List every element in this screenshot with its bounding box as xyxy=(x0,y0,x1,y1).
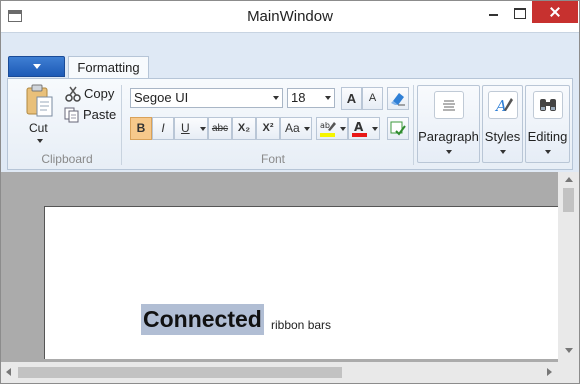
chevron-down-icon xyxy=(499,150,506,154)
selected-text[interactable]: Connected xyxy=(141,304,264,335)
document-viewport[interactable]: Connected ribbon bars xyxy=(1,172,579,383)
scroll-up-icon[interactable] xyxy=(565,177,573,182)
superscript-button[interactable]: X² xyxy=(256,117,280,140)
svg-text:ab: ab xyxy=(320,121,330,130)
highlighter-icon: ab xyxy=(320,121,336,137)
document-text[interactable]: ribbon bars xyxy=(271,318,331,332)
chevron-down-icon xyxy=(200,127,206,131)
document-page[interactable]: Connected ribbon bars xyxy=(44,206,558,359)
clipboard-group-label: Clipboard xyxy=(41,152,93,166)
italic-label: I xyxy=(161,121,165,135)
change-case-label: Aa xyxy=(285,121,300,135)
maximize-button[interactable] xyxy=(506,1,532,23)
paragraph-lines-icon xyxy=(433,91,464,119)
strikethrough-button[interactable]: abc xyxy=(208,117,232,140)
font-size-combobox[interactable]: 18 xyxy=(287,88,335,108)
paste-button[interactable]: Paste xyxy=(64,107,120,125)
copy-label: Copy xyxy=(84,86,115,101)
horizontal-scroll-thumb[interactable] xyxy=(18,367,342,378)
binoculars-icon xyxy=(532,91,563,119)
chevron-down-icon xyxy=(33,64,41,69)
paragraph-button[interactable]: Paragraph xyxy=(417,85,480,163)
minimize-button[interactable] xyxy=(480,1,506,23)
underline-button[interactable]: U xyxy=(174,117,208,140)
chevron-down-icon xyxy=(372,127,378,131)
group-separator xyxy=(121,85,122,165)
subscript-button[interactable]: X₂ xyxy=(232,117,256,140)
chevron-down-icon xyxy=(445,150,452,154)
chevron-down-icon xyxy=(544,150,551,154)
eraser-icon xyxy=(391,93,405,106)
title-bar: MainWindow xyxy=(1,1,579,32)
scroll-right-icon[interactable] xyxy=(547,368,552,376)
horizontal-scrollbar[interactable] xyxy=(1,362,558,383)
styles-button[interactable]: A Styles xyxy=(482,85,523,163)
subscript-label: X₂ xyxy=(237,122,251,134)
scrollbar-corner xyxy=(558,359,579,383)
clear-formatting-button[interactable] xyxy=(387,87,409,110)
editing-label: Editing xyxy=(527,129,568,144)
bold-button[interactable]: B xyxy=(130,117,152,140)
tab-formatting[interactable]: Formatting xyxy=(68,56,149,79)
italic-button[interactable]: I xyxy=(152,117,174,140)
clipboard-paste-icon xyxy=(26,84,53,117)
grow-font-button[interactable]: A xyxy=(341,87,362,110)
underline-label: U xyxy=(181,121,190,135)
font-effects-button[interactable] xyxy=(387,117,409,140)
chevron-down-icon xyxy=(325,96,331,100)
font-family-value: Segoe UI xyxy=(134,90,189,105)
font-color-icon: A xyxy=(352,120,367,137)
copy-icon xyxy=(64,107,79,123)
scroll-down-icon[interactable] xyxy=(565,348,573,353)
chevron-down-icon xyxy=(304,127,310,131)
font-family-combobox[interactable]: Segoe UI xyxy=(130,88,283,108)
cut-button[interactable]: Cut xyxy=(16,82,64,148)
change-case-button[interactable]: Aa xyxy=(280,117,312,140)
ribbon: Formatting Cut Copy Paste Clipboard Sego… xyxy=(1,32,579,172)
ribbon-panel: Cut Copy Paste Clipboard Segoe UI 18 A A… xyxy=(7,78,573,170)
svg-text:A: A xyxy=(494,97,507,115)
paragraph-label: Paragraph xyxy=(418,129,479,144)
paste-label: Paste xyxy=(83,107,117,122)
chevron-down-icon xyxy=(340,127,346,131)
cut-label: Cut xyxy=(29,121,48,135)
styles-pen-icon: A xyxy=(487,91,518,119)
font-effects-icon xyxy=(390,121,406,136)
svg-text:A: A xyxy=(354,120,364,134)
shrink-font-icon: A xyxy=(368,92,377,104)
scissors-icon xyxy=(65,86,81,102)
vertical-scrollbar[interactable] xyxy=(558,172,579,359)
superscript-label: X² xyxy=(262,122,274,134)
chevron-down-icon xyxy=(273,96,279,100)
bold-label: B xyxy=(136,121,146,135)
chevron-down-icon xyxy=(37,139,43,143)
group-separator xyxy=(413,85,414,165)
font-size-value: 18 xyxy=(291,90,306,105)
application-menu-button[interactable] xyxy=(8,56,65,77)
vertical-scroll-thumb[interactable] xyxy=(563,188,574,212)
font-color-button[interactable]: A xyxy=(348,117,380,140)
main-window: MainWindow Formatting Cut Copy Paste Cli… xyxy=(0,0,580,384)
shrink-font-button[interactable]: A xyxy=(362,87,383,110)
editing-button[interactable]: Editing xyxy=(525,85,570,163)
highlight-color-button[interactable]: ab xyxy=(316,117,348,140)
font-group-label: Font xyxy=(260,152,285,166)
close-button[interactable] xyxy=(532,1,578,23)
copy-button[interactable]: Copy xyxy=(65,86,121,104)
scroll-left-icon[interactable] xyxy=(6,368,11,376)
strikethrough-label: abc xyxy=(211,123,229,134)
styles-label: Styles xyxy=(484,129,521,144)
grow-font-icon: A xyxy=(346,91,357,106)
